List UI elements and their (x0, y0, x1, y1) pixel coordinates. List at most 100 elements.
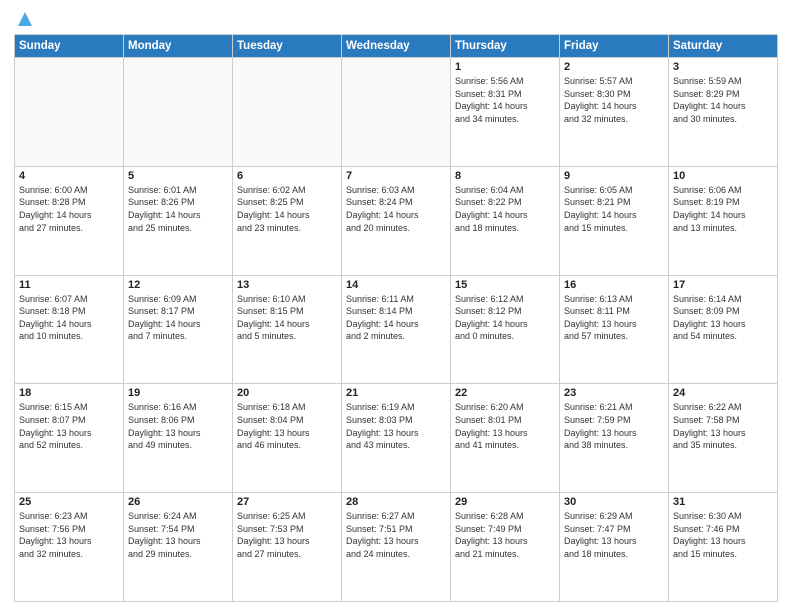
day-info: Sunrise: 5:57 AMSunset: 8:30 PMDaylight:… (564, 75, 664, 125)
page: SundayMondayTuesdayWednesdayThursdayFrid… (0, 0, 792, 612)
calendar-cell: 26 Sunrise: 6:24 AMSunset: 7:54 PMDayligh… (124, 493, 233, 602)
day-number: 9 (564, 170, 664, 182)
day-number: 27 (237, 496, 337, 508)
day-number: 17 (673, 279, 773, 291)
calendar-cell: 7 Sunrise: 6:03 AMSunset: 8:24 PMDaylight… (342, 166, 451, 275)
calendar-cell: 28 Sunrise: 6:27 AMSunset: 7:51 PMDayligh… (342, 493, 451, 602)
day-info: Sunrise: 6:18 AMSunset: 8:04 PMDaylight:… (237, 401, 337, 451)
calendar-table: SundayMondayTuesdayWednesdayThursdayFrid… (14, 34, 778, 602)
day-number: 4 (19, 170, 119, 182)
day-header-saturday: Saturday (669, 35, 778, 58)
day-number: 20 (237, 387, 337, 399)
logo-icon (16, 10, 34, 28)
calendar-cell: 29Sunrise: 6:28 AMSunset: 7:49 PMDayligh… (451, 493, 560, 602)
day-number: 22 (455, 387, 555, 399)
day-number: 30 (564, 496, 664, 508)
day-info: Sunrise: 6:30 AMSunset: 7:46 PMDaylight:… (673, 510, 773, 560)
calendar-cell: 15 Sunrise: 6:12 AMSunset: 8:12 PMDayligh… (451, 275, 560, 384)
week-row-5: 25 Sunrise: 6:23 AMSunset: 7:56 PMDayligh… (15, 493, 778, 602)
day-number: 5 (128, 170, 228, 182)
day-info: Sunrise: 6:16 AMSunset: 8:06 PMDaylight:… (128, 401, 228, 451)
day-number: 21 (346, 387, 446, 399)
calendar-cell: 25 Sunrise: 6:23 AMSunset: 7:56 PMDayligh… (15, 493, 124, 602)
calendar-cell: 1 Sunrise: 5:56 AMSunset: 8:31 PMDaylight… (451, 58, 560, 167)
day-header-monday: Monday (124, 35, 233, 58)
day-info: Sunrise: 6:07 AMSunset: 8:18 PMDaylight:… (19, 293, 119, 343)
day-info: Sunrise: 6:25 AMSunset: 7:53 PMDaylight:… (237, 510, 337, 560)
day-info: Sunrise: 6:20 AMSunset: 8:01 PMDaylight:… (455, 401, 555, 451)
calendar-cell: 4Sunrise: 6:00 AMSunset: 8:28 PMDaylight… (15, 166, 124, 275)
week-row-1: 1 Sunrise: 5:56 AMSunset: 8:31 PMDaylight… (15, 58, 778, 167)
day-number: 14 (346, 279, 446, 291)
header-row: SundayMondayTuesdayWednesdayThursdayFrid… (15, 35, 778, 58)
day-info: Sunrise: 6:14 AMSunset: 8:09 PMDaylight:… (673, 293, 773, 343)
day-info: Sunrise: 6:01 AMSunset: 8:26 PMDaylight:… (128, 184, 228, 234)
day-number: 23 (564, 387, 664, 399)
day-number: 7 (346, 170, 446, 182)
day-info: Sunrise: 6:02 AMSunset: 8:25 PMDaylight:… (237, 184, 337, 234)
calendar-cell: 11 Sunrise: 6:07 AMSunset: 8:18 PMDayligh… (15, 275, 124, 384)
week-row-4: 18Sunrise: 6:15 AMSunset: 8:07 PMDayligh… (15, 384, 778, 493)
day-header-friday: Friday (560, 35, 669, 58)
day-number: 18 (19, 387, 119, 399)
calendar-cell: 22 Sunrise: 6:20 AMSunset: 8:01 PMDayligh… (451, 384, 560, 493)
week-row-3: 11 Sunrise: 6:07 AMSunset: 8:18 PMDayligh… (15, 275, 778, 384)
day-number: 1 (455, 61, 555, 73)
day-number: 24 (673, 387, 773, 399)
day-info: Sunrise: 6:21 AMSunset: 7:59 PMDaylight:… (564, 401, 664, 451)
calendar-cell: 13 Sunrise: 6:10 AMSunset: 8:15 PMDayligh… (233, 275, 342, 384)
calendar-cell: 17 Sunrise: 6:14 AMSunset: 8:09 PMDayligh… (669, 275, 778, 384)
calendar-cell (233, 58, 342, 167)
calendar-cell: 8Sunrise: 6:04 AMSunset: 8:22 PMDaylight… (451, 166, 560, 275)
calendar-cell: 9Sunrise: 6:05 AMSunset: 8:21 PMDaylight… (560, 166, 669, 275)
day-info: Sunrise: 6:29 AMSunset: 7:47 PMDaylight:… (564, 510, 664, 560)
day-info: Sunrise: 6:03 AMSunset: 8:24 PMDaylight:… (346, 184, 446, 234)
day-header-thursday: Thursday (451, 35, 560, 58)
logo (14, 10, 34, 28)
day-info: Sunrise: 6:24 AMSunset: 7:54 PMDaylight:… (128, 510, 228, 560)
day-info: Sunrise: 6:22 AMSunset: 7:58 PMDaylight:… (673, 401, 773, 451)
day-number: 8 (455, 170, 555, 182)
week-row-2: 4Sunrise: 6:00 AMSunset: 8:28 PMDaylight… (15, 166, 778, 275)
calendar-cell: 19 Sunrise: 6:16 AMSunset: 8:06 PMDayligh… (124, 384, 233, 493)
day-info: Sunrise: 5:56 AMSunset: 8:31 PMDaylight:… (455, 75, 555, 125)
calendar-cell: 31 Sunrise: 6:30 AMSunset: 7:46 PMDayligh… (669, 493, 778, 602)
day-header-sunday: Sunday (15, 35, 124, 58)
day-info: Sunrise: 6:11 AMSunset: 8:14 PMDaylight:… (346, 293, 446, 343)
calendar-cell: 24 Sunrise: 6:22 AMSunset: 7:58 PMDayligh… (669, 384, 778, 493)
calendar-cell: 14 Sunrise: 6:11 AMSunset: 8:14 PMDayligh… (342, 275, 451, 384)
day-header-wednesday: Wednesday (342, 35, 451, 58)
calendar-cell: 12Sunrise: 6:09 AMSunset: 8:17 PMDayligh… (124, 275, 233, 384)
calendar-cell: 30 Sunrise: 6:29 AMSunset: 7:47 PMDayligh… (560, 493, 669, 602)
day-number: 16 (564, 279, 664, 291)
day-info: Sunrise: 6:23 AMSunset: 7:56 PMDaylight:… (19, 510, 119, 560)
day-info: Sunrise: 5:59 AMSunset: 8:29 PMDaylight:… (673, 75, 773, 125)
calendar-cell: 16 Sunrise: 6:13 AMSunset: 8:11 PMDayligh… (560, 275, 669, 384)
day-number: 10 (673, 170, 773, 182)
day-number: 3 (673, 61, 773, 73)
day-number: 31 (673, 496, 773, 508)
day-number: 19 (128, 387, 228, 399)
day-info: Sunrise: 6:27 AMSunset: 7:51 PMDaylight:… (346, 510, 446, 560)
calendar-cell: 2Sunrise: 5:57 AMSunset: 8:30 PMDaylight… (560, 58, 669, 167)
day-info: Sunrise: 6:13 AMSunset: 8:11 PMDaylight:… (564, 293, 664, 343)
day-number: 25 (19, 496, 119, 508)
day-number: 6 (237, 170, 337, 182)
day-info: Sunrise: 6:10 AMSunset: 8:15 PMDaylight:… (237, 293, 337, 343)
day-number: 12 (128, 279, 228, 291)
calendar-cell: 3 Sunrise: 5:59 AMSunset: 8:29 PMDaylight… (669, 58, 778, 167)
day-number: 11 (19, 279, 119, 291)
calendar-cell: 27 Sunrise: 6:25 AMSunset: 7:53 PMDayligh… (233, 493, 342, 602)
calendar-cell (15, 58, 124, 167)
calendar-cell (124, 58, 233, 167)
day-number: 29 (455, 496, 555, 508)
day-number: 26 (128, 496, 228, 508)
day-info: Sunrise: 6:06 AMSunset: 8:19 PMDaylight:… (673, 184, 773, 234)
calendar-cell: 5 Sunrise: 6:01 AMSunset: 8:26 PMDaylight… (124, 166, 233, 275)
day-info: Sunrise: 6:12 AMSunset: 8:12 PMDaylight:… (455, 293, 555, 343)
day-number: 13 (237, 279, 337, 291)
day-number: 15 (455, 279, 555, 291)
calendar-cell: 20 Sunrise: 6:18 AMSunset: 8:04 PMDayligh… (233, 384, 342, 493)
calendar-cell: 18Sunrise: 6:15 AMSunset: 8:07 PMDayligh… (15, 384, 124, 493)
day-number: 28 (346, 496, 446, 508)
